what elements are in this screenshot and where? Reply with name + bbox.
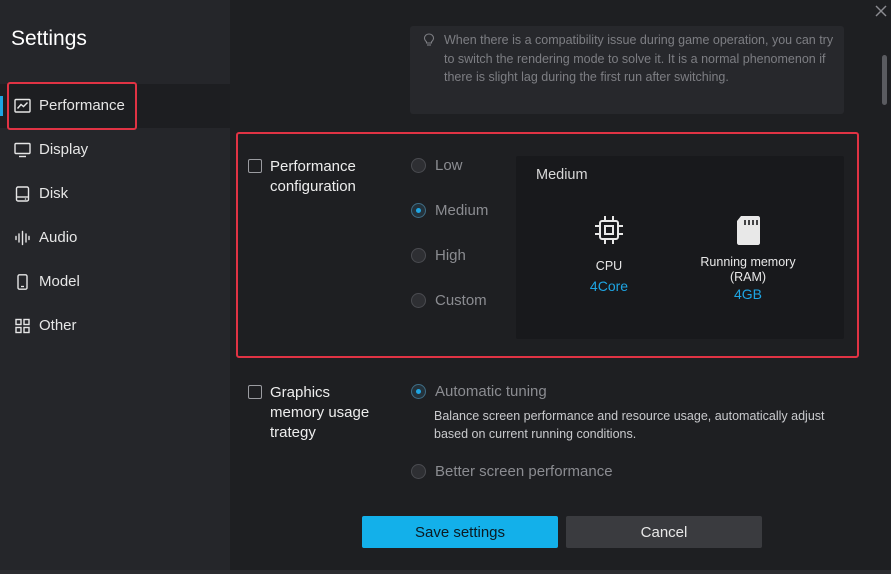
sidebar-item-model[interactable]: Model <box>0 260 230 304</box>
grid-icon <box>15 318 30 334</box>
sidebar-item-performance[interactable]: Performance <box>0 84 230 128</box>
performance-config-label: Performance configuration <box>270 158 356 195</box>
cpu-label: CPU <box>595 259 623 273</box>
radio-button[interactable] <box>411 203 426 218</box>
radio-button[interactable] <box>411 158 426 173</box>
sidebar-item-label: Other <box>39 317 77 334</box>
graphics-memory-checkbox[interactable] <box>248 385 262 399</box>
scrollbar-thumb[interactable] <box>882 55 887 105</box>
save-settings-button[interactable]: Save settings <box>362 516 558 548</box>
radio-high[interactable]: High <box>411 247 466 264</box>
ram-spec: Running memory (RAM) 4GB <box>688 255 808 303</box>
radio-better-screen-performance[interactable]: Better screen performance <box>411 463 613 480</box>
cpu-value: 4Core <box>589 278 629 294</box>
scroll-fade <box>230 486 891 500</box>
radio-button[interactable] <box>411 464 426 479</box>
bottom-strip <box>0 570 891 574</box>
spec-panel-title: Medium <box>536 167 588 183</box>
radio-button[interactable] <box>411 384 426 399</box>
radio-label: Better screen performance <box>435 463 613 480</box>
phone-icon <box>17 274 28 290</box>
ram-label: Running memory (RAM) <box>700 255 796 284</box>
sidebar-item-label: Audio <box>39 229 78 246</box>
performance-config-checkbox[interactable] <box>248 159 262 173</box>
sidebar-item-other[interactable]: Other <box>0 304 230 348</box>
tip-text: When there is a compatibility issue duri… <box>444 33 834 84</box>
radio-medium[interactable]: Medium <box>411 202 488 219</box>
close-icon[interactable] <box>873 3 889 19</box>
sidebar-item-label: Model <box>39 273 80 290</box>
radio-label: Automatic tuning <box>435 383 547 400</box>
sidebar-item-display[interactable]: Display <box>0 128 230 172</box>
settings-content: When there is a compatibility issue duri… <box>230 0 891 574</box>
sidebar-item-audio[interactable]: Audio <box>0 216 230 260</box>
lightbulb-icon <box>423 33 435 46</box>
radio-label: Low <box>435 157 463 174</box>
automatic-tuning-description: Balance screen performance and resource … <box>434 409 825 441</box>
radio-label: Medium <box>435 202 489 219</box>
radio-label: Custom <box>435 292 487 309</box>
chart-icon <box>14 98 31 113</box>
radio-custom[interactable]: Custom <box>411 292 487 309</box>
radio-automatic-tuning[interactable]: Automatic tuning <box>411 383 547 400</box>
cpu-spec: CPU 4Core <box>559 259 659 295</box>
sidebar-item-label: Performance <box>39 97 125 114</box>
app-title: Settings <box>11 27 87 50</box>
sd-card-icon <box>737 216 760 245</box>
audio-wave-icon <box>15 230 30 246</box>
sidebar: Settings Performance Display Disk Audio … <box>0 0 230 574</box>
performance-spec-panel: Medium CPU 4Core Running memory (RAM) 4G… <box>516 156 844 339</box>
sidebar-item-disk[interactable]: Disk <box>0 172 230 216</box>
monitor-icon <box>14 142 31 158</box>
radio-label: High <box>435 247 466 264</box>
radio-low[interactable]: Low <box>411 157 463 174</box>
ram-value: 4GB <box>733 286 762 302</box>
disk-icon <box>15 186 30 202</box>
sidebar-item-label: Display <box>39 141 89 158</box>
radio-button[interactable] <box>411 248 426 263</box>
radio-button[interactable] <box>411 293 426 308</box>
rendering-tip: When there is a compatibility issue duri… <box>410 26 844 114</box>
sidebar-item-label: Disk <box>39 185 69 202</box>
cancel-button[interactable]: Cancel <box>566 516 762 548</box>
cpu-chip-icon <box>595 216 623 244</box>
graphics-memory-label: Graphics memory usage trategy <box>270 384 370 441</box>
